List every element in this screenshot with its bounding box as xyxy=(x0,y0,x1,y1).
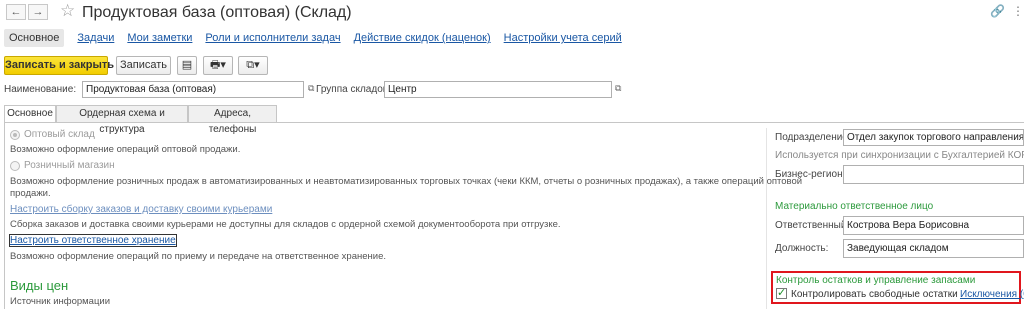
more-icon[interactable]: ⋮ xyxy=(1012,4,1024,18)
division-label: Подразделение: xyxy=(775,132,851,143)
report-button[interactable]: ▤ xyxy=(177,56,197,75)
column-divider xyxy=(766,128,767,309)
page-title: Продуктовая база (оптовая) (Склад) xyxy=(82,4,352,21)
tab-addresses[interactable]: Адреса, телефоны xyxy=(188,105,277,135)
radio-wholesale[interactable] xyxy=(10,130,20,140)
radio-retail[interactable] xyxy=(10,161,20,171)
responsible-field[interactable]: Кострова Вера Борисовна xyxy=(843,216,1024,235)
link-icon[interactable]: 🔗 xyxy=(990,4,1005,18)
control-stock-label: Контролировать свободные остатки xyxy=(791,289,958,300)
division-field[interactable]: Отдел закупок торгового направления xyxy=(843,129,1024,146)
nav-link-discounts[interactable]: Действие скидок (наценок) xyxy=(354,32,491,44)
chevron-down-icon: ▾ xyxy=(254,59,260,71)
nav-link-main[interactable]: Основное xyxy=(4,29,65,47)
open-name-icon[interactable]: ⧉ xyxy=(308,83,314,94)
print-icon: 🖶 xyxy=(210,59,221,71)
panel-border xyxy=(4,122,5,309)
storage-desc: Возможно оформление операций по приему и… xyxy=(10,251,387,262)
wholesale-title: Оптовый склад xyxy=(24,129,95,140)
open-group-icon[interactable]: ⧉ xyxy=(615,83,621,94)
nav-link-notes[interactable]: Мои заметки xyxy=(127,32,192,44)
configure-assembly-link[interactable]: Настроить сборку заказов и доставку свои… xyxy=(10,204,272,215)
name-label: Наименование: xyxy=(4,84,77,95)
nav-link-series-settings[interactable]: Настройки учета серий xyxy=(504,32,622,44)
print-button[interactable]: 🖶▾ xyxy=(203,56,233,75)
back-button[interactable]: ← xyxy=(6,4,26,20)
responsible-person-heading: Материально ответственное лицо xyxy=(775,201,934,212)
region-field[interactable] xyxy=(843,165,1024,184)
nav-link-tasks[interactable]: Задачи xyxy=(77,32,114,44)
group-label: Группа складов: xyxy=(316,84,391,95)
group-field[interactable]: Центр xyxy=(384,81,612,98)
favorite-star-icon[interactable]: ☆ xyxy=(60,1,75,21)
create-based-icon: ⧉ xyxy=(246,59,255,71)
forward-button[interactable]: → xyxy=(28,4,48,20)
arrow-left-icon: ← xyxy=(10,6,22,18)
create-based-button[interactable]: ⧉▾ xyxy=(238,56,268,75)
assembly-desc: Сборка заказов и доставка своими курьера… xyxy=(10,219,561,230)
nav-link-roles[interactable]: Роли и исполнители задач xyxy=(205,32,340,44)
region-label: Бизнес-регион: xyxy=(775,169,846,180)
configure-storage-link[interactable]: Настроить ответственное хранение xyxy=(9,234,177,247)
source-label: Источник информации xyxy=(10,296,111,307)
stock-control-heading: Контроль остатков и управление запасами xyxy=(776,275,976,286)
tab-main[interactable]: Основное xyxy=(4,105,56,123)
save-and-close-button[interactable]: Записать и закрыть xyxy=(4,56,114,75)
wholesale-desc: Возможно оформление операций оптовой про… xyxy=(10,144,241,155)
form-navigation: Основное Задачи Мои заметки Роли и испол… xyxy=(4,28,635,48)
control-stock-checkbox[interactable]: ✓ xyxy=(776,288,787,299)
chevron-down-icon: ▾ xyxy=(220,59,226,71)
sync-note: Используется при синхронизации с Бухгалт… xyxy=(775,150,1024,161)
arrow-right-icon: → xyxy=(32,6,44,18)
position-field[interactable]: Заведующая складом xyxy=(843,239,1024,258)
price-types-heading: Виды цен xyxy=(10,278,69,293)
position-label: Должность: xyxy=(775,243,829,254)
report-icon: ▤ xyxy=(181,59,193,71)
save-button[interactable]: Записать xyxy=(116,56,171,75)
retail-desc-continued: продажи. xyxy=(10,188,51,199)
tab-order-scheme[interactable]: Ордерная схема и структура xyxy=(56,105,188,135)
tab-divider xyxy=(4,122,1024,123)
checkmark-icon: ✓ xyxy=(777,287,787,299)
retail-desc: Возможно оформление розничных продаж в а… xyxy=(10,176,803,187)
retail-title: Розничный магазин xyxy=(24,160,115,171)
responsible-label: Ответственный: xyxy=(775,220,850,231)
exceptions-link[interactable]: Исключения (0) xyxy=(960,289,1024,300)
name-field[interactable]: Продуктовая база (оптовая) xyxy=(82,81,304,98)
